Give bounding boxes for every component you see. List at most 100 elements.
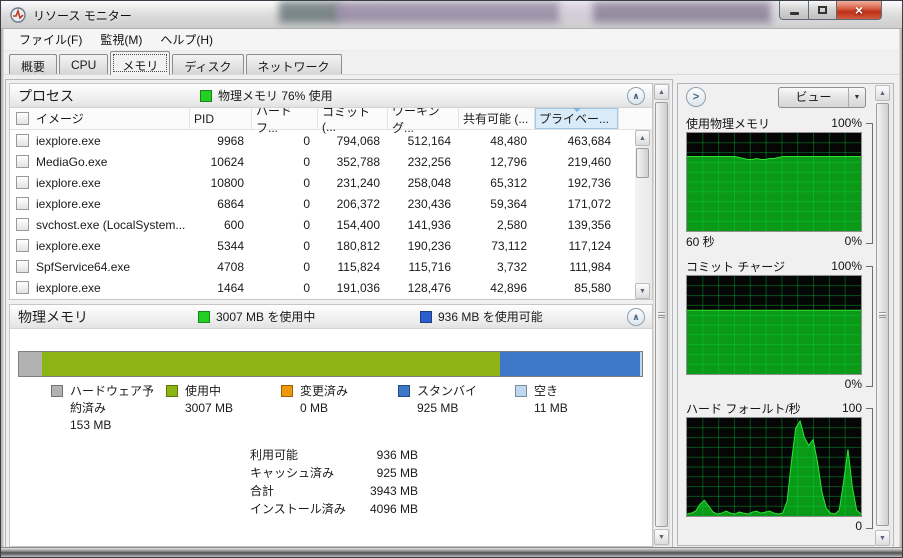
cell-value: 0	[303, 238, 310, 253]
tab-disk[interactable]: ディスク	[172, 54, 244, 75]
tab-network[interactable]: ネットワーク	[245, 54, 342, 75]
cell-value: 463,684	[567, 133, 611, 148]
cell-value: 206,372	[336, 196, 380, 211]
column-header-private[interactable]: プライベー...	[535, 108, 619, 129]
table-row[interactable]: iexplore.exe 10800 0 231,240 258,048 65,312 19…	[10, 172, 635, 193]
app-icon	[10, 7, 26, 23]
graph-used-physical-memory: 使用物理メモリ 100% 60 秒 0%	[686, 114, 873, 254]
scroll-thumb[interactable]	[636, 148, 649, 178]
section-title: 物理メモリ	[18, 308, 88, 325]
select-all-checkbox[interactable]	[16, 112, 29, 125]
table-row[interactable]: iexplore.exe 5344 0 180,812 190,236 73,112 117…	[10, 235, 635, 256]
table-row[interactable]: iexplore.exe 6864 0 206,372 230,436 59,364 171…	[10, 193, 635, 214]
available-memory-legend: 936 MB を使用可能	[420, 308, 543, 325]
scroll-down-button[interactable]: ▼	[635, 283, 650, 299]
scroll-down-button[interactable]: ▼	[875, 530, 890, 546]
view-button[interactable]: ビュー ▼	[778, 87, 866, 108]
graph-max-label: 100	[841, 401, 862, 415]
collapse-button[interactable]: ∧	[627, 87, 645, 105]
available-memory-chip-icon	[420, 310, 432, 323]
cell-value: 512,164	[407, 133, 451, 148]
tab-overview[interactable]: 概要	[9, 54, 58, 75]
cell-image-name: iexplore.exe	[16, 197, 190, 211]
detail-label: キャッシュ済み	[250, 466, 335, 480]
tab-memory[interactable]: メモリ	[110, 51, 171, 75]
row-checkbox[interactable]	[16, 176, 29, 189]
row-checkbox[interactable]	[16, 239, 29, 252]
expand-panel-button[interactable]: >	[686, 87, 706, 107]
detail-value: 4096 MB	[369, 502, 418, 516]
detail-label: 利用可能	[250, 448, 299, 462]
process-section-header: プロセス 物理メモリ 76% 使用 ∧	[10, 84, 652, 108]
table-row[interactable]: SpfService64.exe 4708 0 115,824 115,716 3,732…	[10, 256, 635, 277]
cell-image-name: iexplore.exe	[16, 134, 190, 148]
column-header-shareable[interactable]: 共有可能 (...	[459, 108, 535, 129]
column-header-hard-faults[interactable]: ハード フ...	[252, 108, 318, 135]
cell-value: 600	[223, 217, 244, 232]
titlebar[interactable]: リソース モニター ×	[1, 1, 902, 29]
cell-value: 9968	[217, 133, 244, 148]
menu-item-help[interactable]: ヘルプ(H)	[151, 29, 222, 50]
cell-value: 154,400	[336, 217, 380, 232]
cell-value: 0	[303, 196, 310, 211]
process-section: プロセス 物理メモリ 76% 使用 ∧ イメージ PID ハード フ... コミ…	[9, 83, 653, 300]
column-header-working-set[interactable]: ワーキング...	[388, 108, 459, 135]
graph-canvas	[686, 275, 862, 375]
row-checkbox[interactable]	[16, 155, 29, 168]
menu-item-monitor[interactable]: 監視(M)	[91, 29, 151, 50]
cell-value: 5344	[217, 238, 244, 253]
row-checkbox[interactable]	[16, 260, 29, 273]
cell-image-name: MediaGo.exe	[16, 155, 190, 169]
process-table-body: iexplore.exe 9968 0 794,068 512,164 48,480 463…	[10, 130, 635, 299]
graph-canvas	[686, 132, 862, 232]
row-checkbox[interactable]	[16, 218, 29, 231]
detail-label: インストール済み	[250, 502, 346, 516]
cell-value: 10800	[210, 175, 244, 190]
column-header-image[interactable]: イメージ	[16, 108, 190, 129]
maximize-button[interactable]	[809, 1, 837, 20]
view-dropdown-button[interactable]: ▼	[848, 88, 865, 107]
close-button[interactable]: ×	[837, 1, 882, 20]
table-scrollbar[interactable]: ▲ ▼	[635, 130, 652, 299]
row-checkbox[interactable]	[16, 281, 29, 294]
table-row[interactable]: iexplore.exe 1464 0 191,036 128,476 42,896 85,…	[10, 277, 635, 298]
graph-title: ハード フォールト/秒	[686, 401, 801, 416]
legend-value: 0 MB	[300, 401, 329, 415]
cell-value: 65,312	[490, 175, 527, 190]
legend-label: 使用中	[185, 384, 222, 398]
column-header-pid[interactable]: PID	[190, 108, 252, 129]
arrow-down-icon: ▼	[639, 287, 646, 295]
cell-value: 139,356	[567, 217, 611, 232]
menu-item-file[interactable]: ファイル(F)	[10, 29, 91, 50]
table-row[interactable]: svchost.exe (LocalSystem... 600 0 154,400 14…	[10, 214, 635, 235]
right-pane-scrollbar[interactable]: ▲ ▼	[875, 85, 892, 546]
left-pane-scrollbar[interactable]: ▲ ▼	[653, 83, 670, 546]
used-memory-label: 3007 MB を使用中	[216, 310, 316, 324]
row-checkbox[interactable]	[16, 134, 29, 147]
table-row[interactable]: iexplore.exe 9968 0 794,068 512,164 48,480 463…	[10, 130, 635, 151]
cell-value: 230,436	[407, 196, 451, 211]
graph-min-label: 0%	[844, 234, 862, 248]
cell-image-name: iexplore.exe	[16, 239, 190, 253]
resource-monitor-window: リソース モニター × ファイル(F) 監視(M) ヘルプ(H) 概要 CPU …	[0, 0, 903, 558]
scroll-thumb[interactable]	[655, 102, 668, 527]
detail-value: 925 MB	[376, 466, 418, 480]
scroll-up-button[interactable]: ▲	[654, 84, 669, 100]
maximize-icon	[818, 6, 827, 14]
chevron-down-icon: ▼	[853, 94, 861, 101]
scroll-up-button[interactable]: ▲	[635, 130, 650, 146]
scale-bracket	[866, 266, 873, 387]
graph-hard-faults: ハード フォールト/秒 100 0	[686, 399, 873, 539]
sort-indicator-icon	[572, 108, 581, 116]
table-row[interactable]: MediaGo.exe 10624 0 352,788 232,256 12,796 219…	[10, 151, 635, 172]
scroll-down-button[interactable]: ▼	[654, 529, 669, 545]
collapse-button[interactable]: ∧	[627, 308, 645, 326]
column-header-commit[interactable]: コミット (...	[318, 108, 388, 134]
scroll-up-button[interactable]: ▲	[875, 85, 890, 101]
scroll-thumb[interactable]	[876, 103, 889, 526]
tab-cpu[interactable]: CPU	[59, 54, 109, 75]
cell-value: 111,984	[569, 259, 611, 274]
row-checkbox[interactable]	[16, 197, 29, 210]
graphs-panel: > ビュー ▼ 使用物理メモリ 100% 60 秒 0% コミット チャージ 1…	[677, 83, 894, 546]
minimize-button[interactable]	[779, 1, 809, 20]
